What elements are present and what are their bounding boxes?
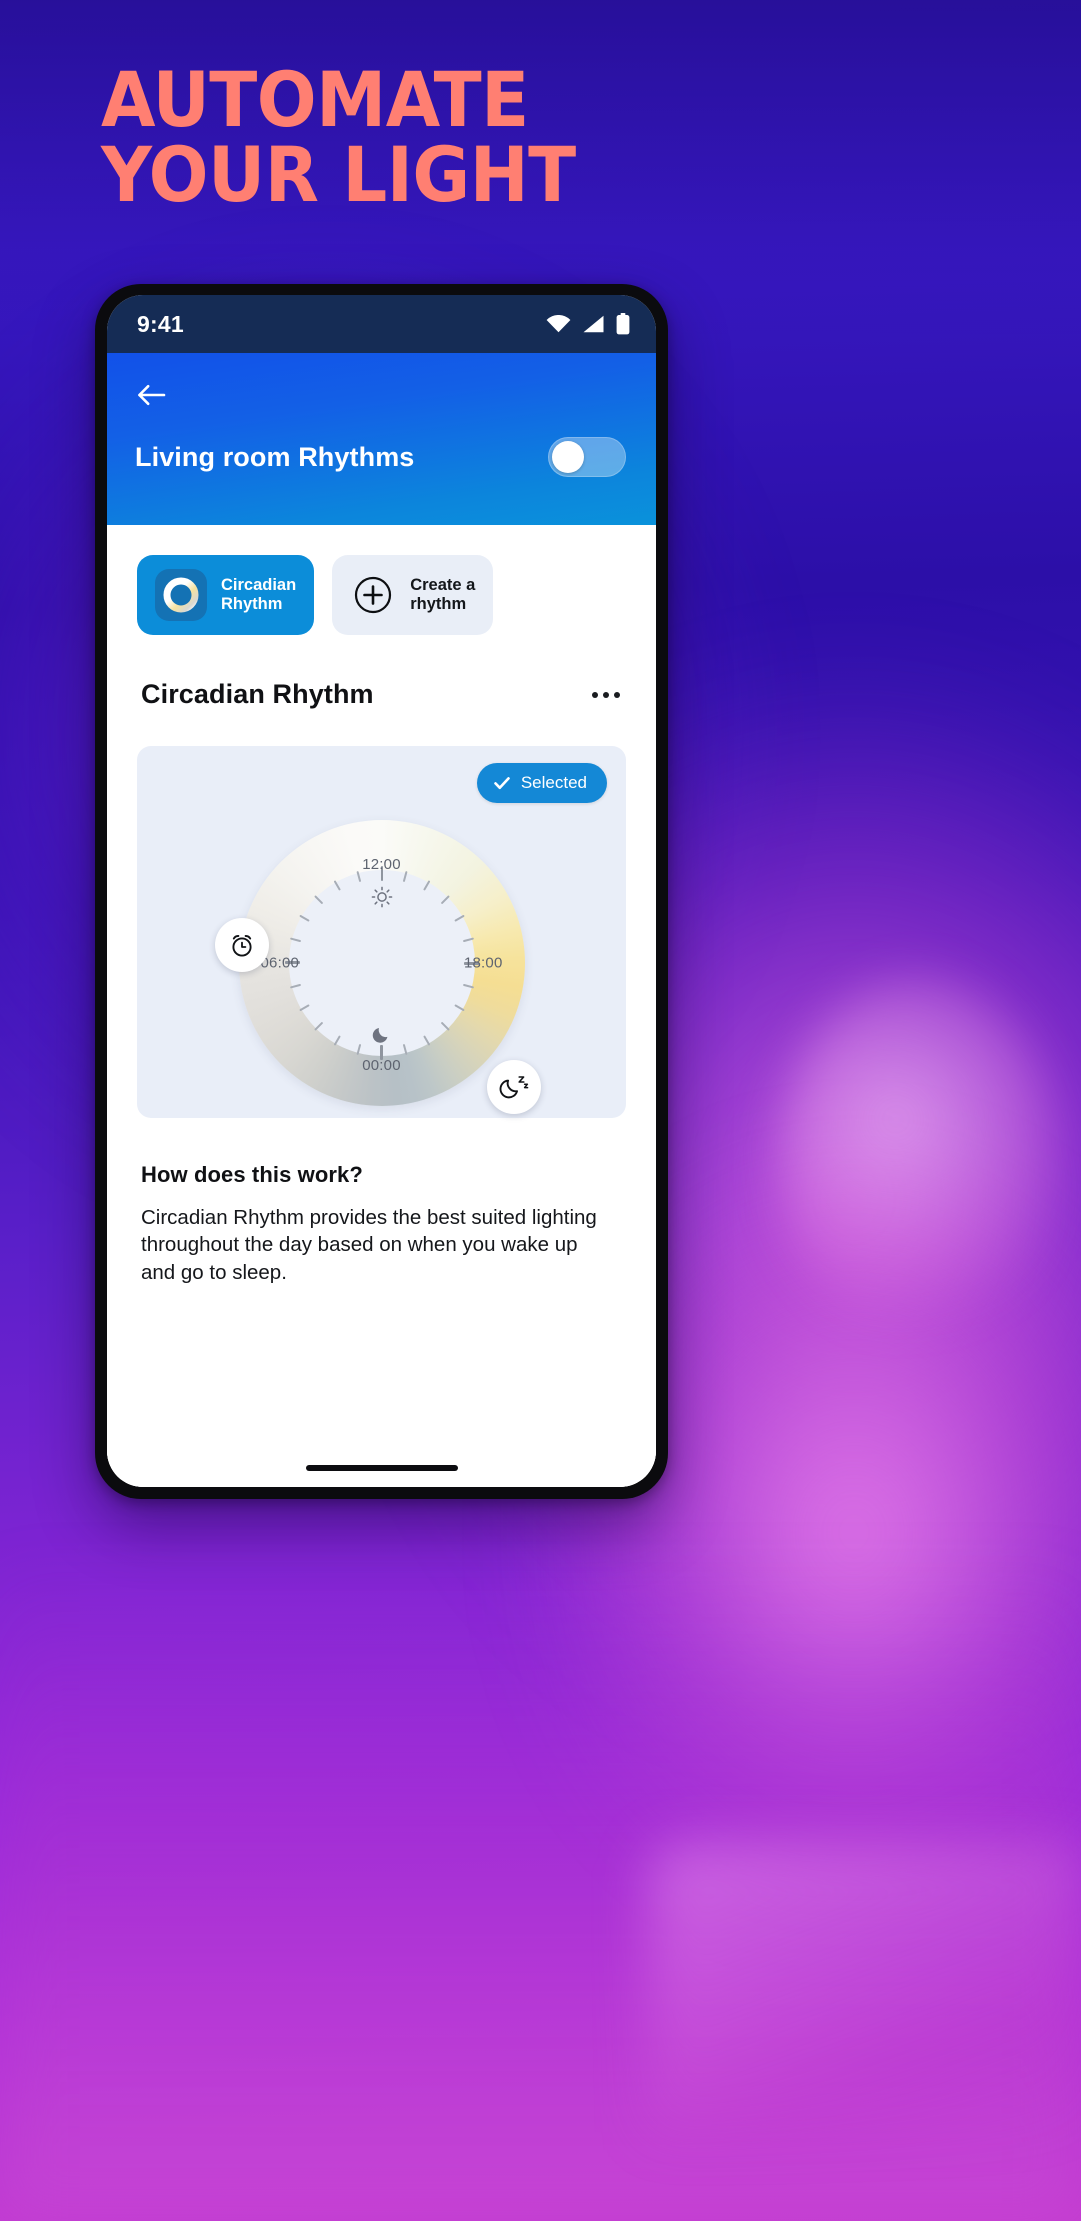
app-bar-row: Living room Rhythms: [135, 437, 628, 477]
circadian-clock-dial[interactable]: 12:00 18:00 00:00 06:00: [214, 820, 541, 1114]
back-button[interactable]: [131, 375, 171, 415]
headline-line-1: AUTOMATE: [101, 55, 529, 144]
dot-3: [614, 691, 620, 698]
dot-2: [603, 691, 609, 698]
sun-icon: [371, 886, 392, 908]
alarm-clock-icon: [231, 935, 252, 957]
phone-mockup: 9:41 Living room Rhythms Circadian Rhyth…: [95, 284, 668, 1499]
rhythms-master-toggle[interactable]: [548, 437, 626, 477]
section-title: Circadian Rhythm: [141, 679, 374, 709]
moon-icon: [372, 1028, 387, 1043]
toggle-knob: [552, 441, 584, 473]
status-badge[interactable]: Selected: [476, 763, 607, 803]
dial-label-noon: 12:00: [362, 856, 401, 873]
status-bar: 9:41: [107, 295, 656, 353]
rhythm-chip-row: Circadian Rhythm Create a rhythm: [107, 525, 656, 635]
headline-line-2: YOUR LIGHT: [101, 130, 576, 220]
app-bar: Living room Rhythms: [107, 353, 656, 525]
chip-circadian-label: Circadian Rhythm: [221, 576, 296, 615]
battery-icon: [616, 313, 630, 335]
chip-create-label-line1: Create a: [410, 575, 476, 594]
dial-label-morning: 06:00: [260, 954, 300, 972]
circadian-ring-icon: [163, 577, 199, 613]
wifi-icon: [546, 315, 571, 333]
explainer-body: Circadian Rhythm provides the best suite…: [141, 1206, 597, 1284]
status-bar-time: 9:41: [137, 310, 184, 337]
promo-headline: AUTOMATE YOUR LIGHT: [101, 55, 576, 220]
dial-label-midnight: 00:00: [362, 1057, 401, 1074]
dot-1: [592, 691, 598, 698]
chip-create-label: Create a rhythm: [410, 576, 475, 615]
phone-screen: 9:41 Living room Rhythms Circadian Rhyth…: [107, 295, 656, 1487]
home-indicator-bar[interactable]: [305, 1465, 458, 1471]
chip-create-rhythm[interactable]: Create a rhythm: [332, 555, 494, 635]
chip-create-label-line2: rhythm: [410, 595, 467, 613]
page-title: Living room Rhythms: [135, 441, 415, 472]
plus-circle-icon: [355, 576, 392, 614]
sleep-time-handle[interactable]: [486, 1060, 541, 1114]
check-icon: [494, 777, 510, 790]
overflow-menu-icon[interactable]: [590, 682, 622, 708]
dial-label-evening: 18:00: [463, 954, 503, 972]
explainer-heading: How does this work?: [141, 1162, 363, 1187]
tick-mark: [382, 962, 525, 964]
explainer-section: How does this work? Circadian Rhythm pro…: [107, 1118, 656, 1286]
home-bar-area: [107, 1429, 656, 1487]
cellular-signal-icon: [583, 315, 604, 333]
moon-zzz-icon: [499, 1076, 528, 1099]
screen-content: Circadian Rhythm Create a rhythm Circadi…: [107, 525, 656, 1487]
circadian-dial-card[interactable]: Selected 12:00 18:00 00:00 06:00: [137, 746, 626, 1118]
section-header: Circadian Rhythm: [107, 635, 656, 710]
wake-time-handle[interactable]: [214, 918, 269, 972]
arrow-left-icon: [138, 384, 166, 406]
circadian-ring-icon-box: [155, 569, 207, 621]
chip-circadian-label-line2: Rhythm: [221, 595, 283, 613]
status-bar-icons: [546, 313, 630, 335]
chip-circadian-label-line1: Circadian: [221, 575, 297, 594]
chip-circadian-rhythm[interactable]: Circadian Rhythm: [137, 555, 315, 635]
status-badge-label: Selected: [520, 773, 587, 792]
background-ledge-highlight: [648, 1843, 1081, 2133]
background-bokeh-orb: [778, 977, 1060, 1333]
